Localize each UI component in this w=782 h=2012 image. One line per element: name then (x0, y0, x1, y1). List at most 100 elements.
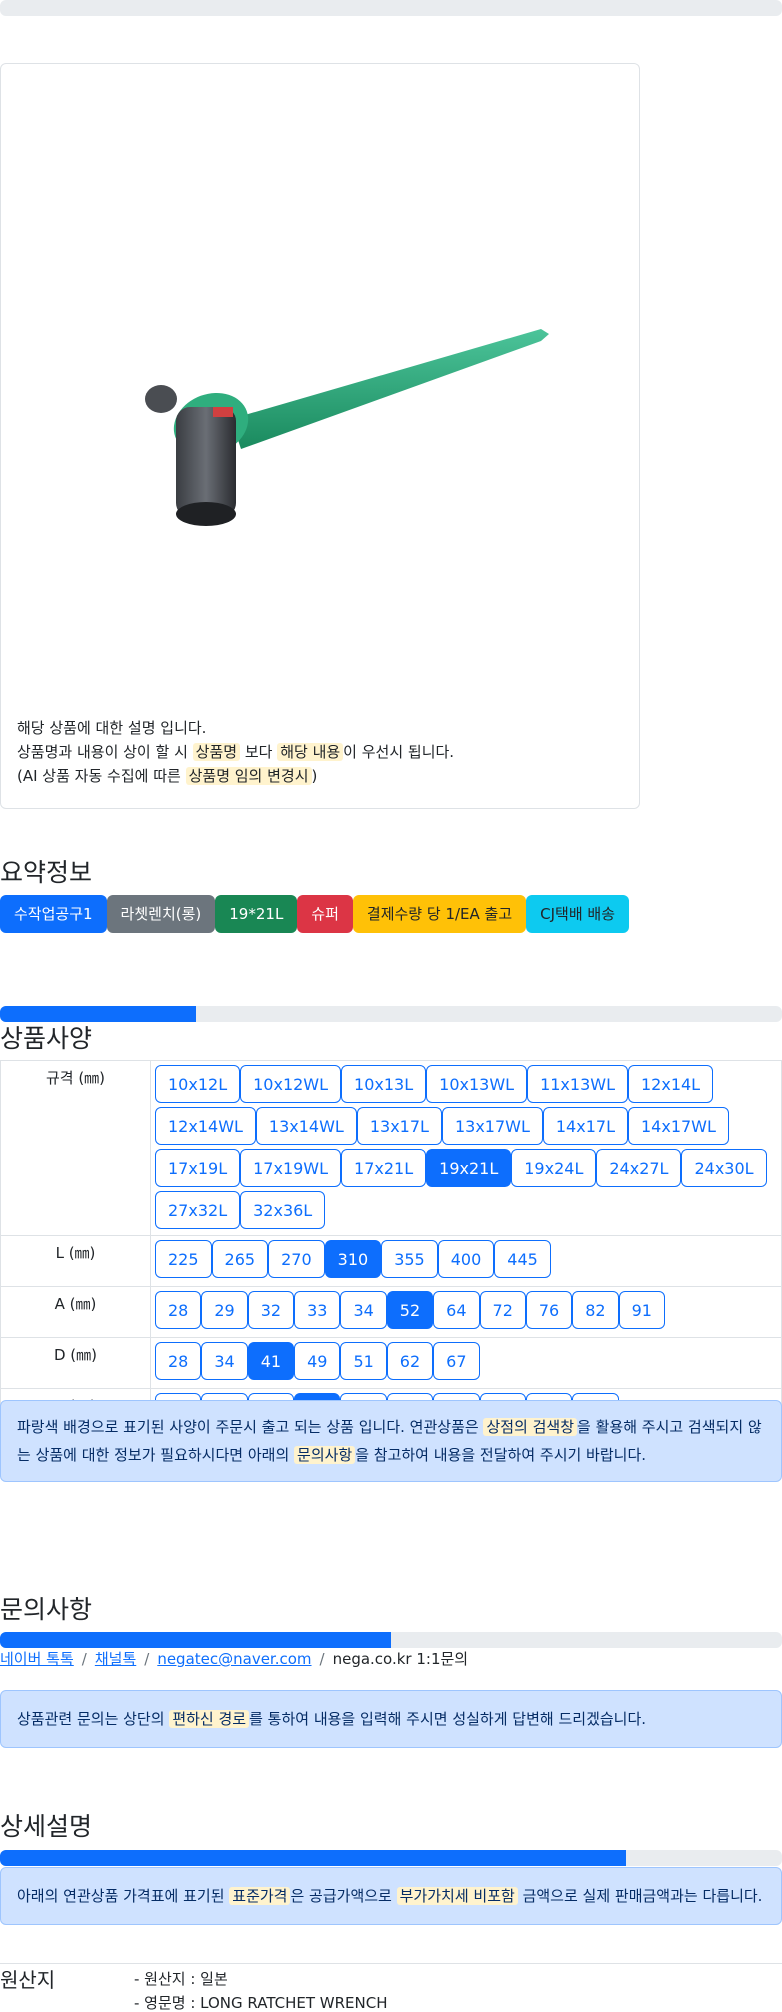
summary-badge: 결제수량 당 1/EA 출고 (352, 895, 527, 933)
detail-title: 상세설명 (0, 1812, 93, 1841)
spec-option-button[interactable]: 10x12WL (240, 1065, 342, 1103)
channel-talk-link[interactable]: 채널톡 (95, 1650, 136, 1668)
ratchet-wrench-image (145, 329, 549, 526)
naver-talk-link[interactable]: 네이버 톡톡 (0, 1650, 74, 1668)
highlight-search: 상점의 검색창 (483, 1418, 578, 1436)
spec-option-button[interactable]: 13x17WL (441, 1107, 543, 1145)
specs-progress (0, 1006, 782, 1022)
summary-badge: 슈퍼 (297, 895, 353, 933)
detail-progress (0, 1850, 782, 1866)
spec-option-button[interactable]: 41 (247, 1342, 295, 1380)
spec-option-button[interactable]: 67 (433, 1342, 480, 1380)
spec-option-button[interactable]: 10x13WL (426, 1065, 528, 1103)
spec-option-button[interactable]: 28 (155, 1291, 202, 1329)
spec-options: 28 29 32 33 34 52 64 72 76 82 91 (150, 1286, 782, 1338)
origin-item: - 영문명 : LONG RATCHET WRENCH (134, 1994, 388, 2012)
highlight-inquiry: 문의사항 (294, 1446, 356, 1464)
description-line-3: (AI 상품 자동 수집에 따른 상품명 임의 변경시) (17, 767, 318, 785)
email-link[interactable]: negatec@naver.com (157, 1650, 311, 1668)
spec-option-button[interactable]: 32x36L (240, 1191, 326, 1229)
spec-option-button[interactable]: 34 (340, 1291, 387, 1329)
spec-table: 규격 (㎜) 10x12L 10x12WL 10x13L 10x13WL 11x13WL 1… (0, 1060, 782, 1440)
spec-label: 규격 (㎜) (0, 1060, 151, 1236)
summary-badge: CJ택배 배송 (526, 895, 630, 933)
spec-option-button[interactable]: 52 (386, 1291, 434, 1329)
spec-option-button[interactable]: 265 (211, 1240, 269, 1278)
inquiry-title: 문의사항 (0, 1595, 93, 1624)
highlight-standard-price: 표준가격 (229, 1887, 291, 1905)
spec-option-button[interactable]: 72 (479, 1291, 526, 1329)
spec-option-button[interactable]: 51 (340, 1342, 387, 1380)
spec-options: 225 265 270 310 355 400 445 (150, 1235, 782, 1287)
summary-badge: 19*21L (215, 895, 298, 933)
summary-title: 요약정보 (0, 858, 93, 887)
spec-option-button[interactable]: 445 (494, 1240, 551, 1278)
spec-option-button[interactable]: 17x19WL (240, 1149, 342, 1187)
spec-option-button[interactable]: 64 (433, 1291, 480, 1329)
spec-option-button[interactable]: 24x30L (681, 1149, 767, 1187)
spec-row: D (㎜) 28 34 41 49 51 62 67 (0, 1337, 782, 1389)
spec-option-button[interactable]: 82 (572, 1291, 619, 1329)
spec-option-button[interactable]: 49 (294, 1342, 341, 1380)
inquiry-links: 네이버 톡톡 / 채널톡 / negatec@naver.com / nega.co.kr … (0, 1650, 469, 1668)
highlight-name-change: 상품명 임의 변경시 (185, 767, 312, 785)
detail-progress-fill (0, 1850, 626, 1866)
spec-option-button[interactable]: 29 (201, 1291, 248, 1329)
spec-option-button[interactable]: 13x17L (356, 1107, 442, 1145)
highlight-channel: 편하신 경로 (169, 1710, 250, 1728)
spec-option-button[interactable]: 225 (155, 1240, 212, 1278)
spec-row: L (㎜) 225 265 270 310 355 400 445 (0, 1235, 782, 1287)
inquiry-progress-fill (0, 1632, 391, 1648)
summary-badge: 수작업공구1 (0, 895, 107, 933)
spec-option-button[interactable]: 24x27L (596, 1149, 682, 1187)
origin-title: 원산지 (0, 1968, 56, 1992)
product-description: 해당 상품에 대한 설명 입니다. 상품명과 내용이 상이 할 시 상품명 보다… (17, 716, 454, 788)
origin-list: - 원산지 : 일본 - 영문명 : LONG RATCHET WRENCH (134, 1967, 387, 2012)
spec-option-button[interactable]: 355 (381, 1240, 438, 1278)
spec-option-button[interactable]: 19x21L (426, 1149, 512, 1187)
spec-options: 28 34 41 49 51 62 67 (150, 1337, 782, 1389)
spec-option-button[interactable]: 400 (437, 1240, 495, 1278)
spec-row: A (㎜) 28 29 32 33 34 52 64 72 76 82 91 (0, 1286, 782, 1338)
spec-row: 규격 (㎜) 10x12L 10x12WL 10x13L 10x13WL 11x13WL 1… (0, 1060, 782, 1236)
spec-label: A (㎜) (0, 1286, 151, 1338)
detail-notice: 아래의 연관상품 가격표에 표기된 표준가격 은 공급가액으로 부가가치세 비포함… (0, 1867, 782, 1925)
origin-item: - 원산지 : 일본 (134, 1970, 228, 1988)
spec-option-button[interactable]: 17x21L (341, 1149, 427, 1187)
origin-section: 원산지 - 원산지 : 일본 - 영문명 : LONG RATCHET WREN… (0, 1963, 782, 2012)
spec-option-button[interactable]: 34 (201, 1342, 248, 1380)
spec-option-button[interactable]: 11x13WL (527, 1065, 628, 1103)
spec-option-button[interactable]: 10x12L (155, 1065, 241, 1103)
spec-option-button[interactable]: 62 (386, 1342, 434, 1380)
site-inquiry-text: nega.co.kr 1:1문의 (332, 1650, 469, 1668)
top-progress-track (0, 0, 782, 16)
spec-label: L (㎜) (0, 1235, 151, 1287)
spec-option-button[interactable]: 17x19L (155, 1149, 241, 1187)
spec-notice: 파랑색 배경으로 표기된 사양이 주문시 출고 되는 상품 입니다. 연관상품은… (0, 1400, 782, 1482)
spec-option-button[interactable]: 12x14WL (155, 1107, 256, 1145)
spec-option-button[interactable]: 32 (247, 1291, 295, 1329)
spec-option-button[interactable]: 91 (618, 1291, 665, 1329)
spec-option-button[interactable]: 28 (155, 1342, 202, 1380)
spec-option-button[interactable]: 14x17L (542, 1107, 628, 1145)
spec-label: D (㎜) (0, 1337, 151, 1389)
spec-option-button[interactable]: 27x32L (155, 1191, 241, 1229)
spec-options: 10x12L 10x12WL 10x13L 10x13WL 11x13WL 12x14L 1… (150, 1060, 782, 1236)
inquiry-notice: 상품관련 문의는 상단의 편하신 경로 를 통하여 내용을 입력해 주시면 성실하… (0, 1690, 782, 1748)
spec-option-button[interactable]: 76 (525, 1291, 573, 1329)
spec-option-button[interactable]: 10x13L (341, 1065, 427, 1103)
spec-option-button[interactable]: 13x14WL (255, 1107, 357, 1145)
description-line-1: 해당 상품에 대한 설명 입니다. (17, 719, 207, 737)
spec-option-button[interactable]: 19x24L (511, 1149, 597, 1187)
spec-option-button[interactable]: 270 (268, 1240, 325, 1278)
specs-title: 상품사양 (0, 1024, 93, 1053)
highlight-content: 해당 내용 (277, 743, 344, 761)
spec-option-button[interactable]: 12x14L (627, 1065, 714, 1103)
highlight-product-name: 상품명 (192, 743, 241, 761)
spec-option-button[interactable]: 14x17WL (627, 1107, 729, 1145)
description-line-2: 상품명과 내용이 상이 할 시 상품명 보다 해당 내용 이 우선시 됩니다. (17, 743, 455, 761)
spec-option-button[interactable]: 33 (294, 1291, 341, 1329)
highlight-vat: 부가가치세 비포함 (396, 1887, 518, 1905)
spec-option-button[interactable]: 310 (324, 1240, 382, 1278)
inquiry-progress (0, 1632, 782, 1648)
